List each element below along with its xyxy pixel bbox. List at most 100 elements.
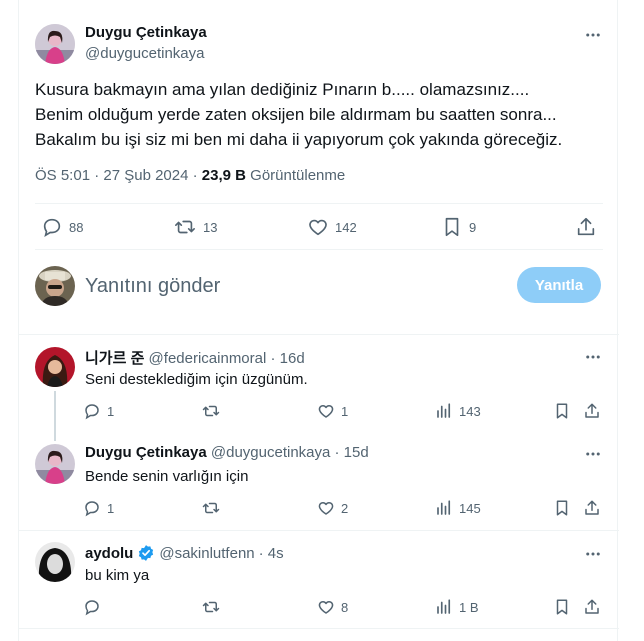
tweet-text-line: Benim olduğum yerde zaten oksijen bile a… — [35, 105, 557, 124]
view-count: 145 — [459, 500, 481, 516]
reply-author-handle[interactable]: @federicainmoral — [149, 350, 267, 367]
reply-age[interactable]: · 16d — [271, 350, 305, 367]
reply-count: 88 — [69, 219, 84, 235]
like-count: 2 — [341, 500, 349, 516]
retweet-button[interactable] — [201, 402, 227, 420]
retweet-button[interactable] — [201, 499, 227, 517]
reply-header: Duygu Çetinkaya @duygucetinkaya · 15d — [85, 444, 369, 461]
view-count: 143 — [459, 403, 481, 419]
view-count: 1 B — [459, 599, 479, 615]
reply-author-handle[interactable]: @duygucetinkaya — [211, 444, 330, 461]
retweet-icon — [202, 405, 220, 417]
bookmark-icon — [445, 217, 459, 237]
author-avatar[interactable] — [35, 24, 75, 64]
tweet-meta: ÖS 5:01 · 27 Şub 2024 · 23,9 B Görüntüle… — [35, 167, 345, 184]
reply-submit-button[interactable]: Yanıtla — [517, 267, 601, 303]
more-options-icon[interactable] — [584, 348, 602, 366]
divider — [19, 530, 619, 531]
share-icon — [585, 599, 599, 614]
reply-author-name[interactable]: Duygu Çetinkaya — [85, 444, 207, 461]
reply-count: 1 — [107, 500, 115, 516]
reply-compose-input[interactable]: Yanıtını gönder — [85, 275, 220, 298]
bookmark-button[interactable] — [553, 499, 571, 517]
reply-button[interactable]: 1 — [83, 499, 114, 517]
share-icon — [585, 500, 599, 515]
views-chart-icon — [437, 403, 451, 418]
like-button[interactable]: 1 — [317, 402, 348, 420]
reply-icon — [85, 501, 99, 517]
share-icon — [585, 403, 599, 418]
view-count: 23,9 B — [201, 167, 246, 184]
reply-age[interactable]: · 15d — [335, 444, 369, 461]
reply-text: bu kim ya — [85, 567, 150, 584]
heart-icon — [318, 405, 334, 418]
retweet-button[interactable]: 13 — [173, 216, 217, 238]
share-button[interactable] — [583, 402, 601, 420]
reply-text: Bende senin varlığın için — [85, 468, 249, 485]
heart-icon — [309, 219, 327, 236]
retweet-count: 13 — [203, 219, 218, 235]
heart-icon — [318, 601, 334, 614]
more-options-icon[interactable] — [584, 445, 602, 463]
reply-author-name[interactable]: 니가르 준 — [85, 350, 144, 367]
views-button[interactable]: 143 — [435, 402, 481, 420]
share-icon — [577, 217, 595, 236]
bookmark-count: 9 — [469, 219, 477, 235]
like-count: 142 — [335, 219, 357, 235]
like-count: 8 — [341, 599, 349, 615]
bookmark-icon — [556, 500, 568, 516]
reply-avatar[interactable] — [35, 347, 75, 387]
verified-badge-icon — [139, 545, 154, 561]
divider — [19, 334, 619, 335]
views-button[interactable]: 145 — [435, 499, 481, 517]
author-handle[interactable]: @duygucetinkaya — [85, 45, 204, 62]
divider — [35, 249, 603, 250]
reply-header: 니가르 준 @federicainmoral · 16d — [85, 347, 305, 368]
reply-author-name[interactable]: aydolu — [85, 545, 133, 562]
retweet-icon — [202, 601, 220, 613]
tweet-timestamp[interactable]: ÖS 5:01 · 27 Şub 2024 · — [35, 167, 198, 184]
views-chart-icon — [437, 599, 451, 614]
reply-avatar[interactable] — [35, 444, 75, 484]
bookmark-icon — [556, 403, 568, 419]
reply-header: aydolu @sakinlutfenn · 4s — [85, 544, 284, 562]
reply-avatar[interactable] — [35, 542, 75, 582]
like-count: 1 — [341, 403, 349, 419]
view-label: Görüntülenme — [250, 167, 346, 184]
share-button[interactable] — [583, 499, 601, 517]
more-options-icon[interactable] — [584, 26, 602, 44]
reply-author-handle[interactable]: @sakinlutfenn — [159, 545, 254, 562]
reply-button[interactable]: 88 — [41, 216, 83, 238]
reply-text: Seni desteklediğim için üzgünüm. — [85, 371, 308, 388]
current-user-avatar[interactable] — [35, 266, 75, 306]
tweet-text-line: Bakalım bu işi siz mi ben mi daha ii yap… — [35, 130, 563, 149]
bookmark-icon — [556, 599, 568, 615]
like-button[interactable]: 2 — [317, 499, 348, 517]
retweet-icon — [175, 220, 195, 234]
reply-icon — [85, 600, 99, 616]
bookmark-button[interactable] — [553, 402, 571, 420]
reply-count: 1 — [107, 403, 115, 419]
divider — [19, 628, 619, 629]
reply-button[interactable]: 1 — [83, 402, 114, 420]
reply-age[interactable]: · 4s — [259, 545, 284, 562]
views-chart-icon — [437, 500, 451, 515]
thread-connector — [54, 391, 56, 441]
more-options-icon[interactable] — [584, 545, 602, 563]
heart-icon — [318, 502, 334, 515]
like-button[interactable]: 142 — [307, 216, 357, 238]
author-name[interactable]: Duygu Çetinkaya — [85, 24, 207, 41]
share-button[interactable] — [583, 598, 601, 616]
tweet-text-line: Kusura bakmayın ama yılan dediğiniz Pına… — [35, 80, 530, 99]
tweet-detail-panel: Duygu Çetinkaya @duygucetinkaya Kusura b… — [18, 0, 619, 641]
reply-icon — [43, 218, 61, 237]
bookmark-button[interactable] — [553, 598, 571, 616]
like-button[interactable]: 8 — [317, 598, 348, 616]
views-button[interactable]: 1 B — [435, 598, 479, 616]
reply-button[interactable] — [83, 598, 107, 616]
divider — [35, 203, 603, 204]
reply-icon — [85, 404, 99, 420]
share-button[interactable] — [575, 216, 597, 238]
retweet-button[interactable] — [201, 598, 227, 616]
bookmark-button[interactable]: 9 — [441, 216, 476, 238]
